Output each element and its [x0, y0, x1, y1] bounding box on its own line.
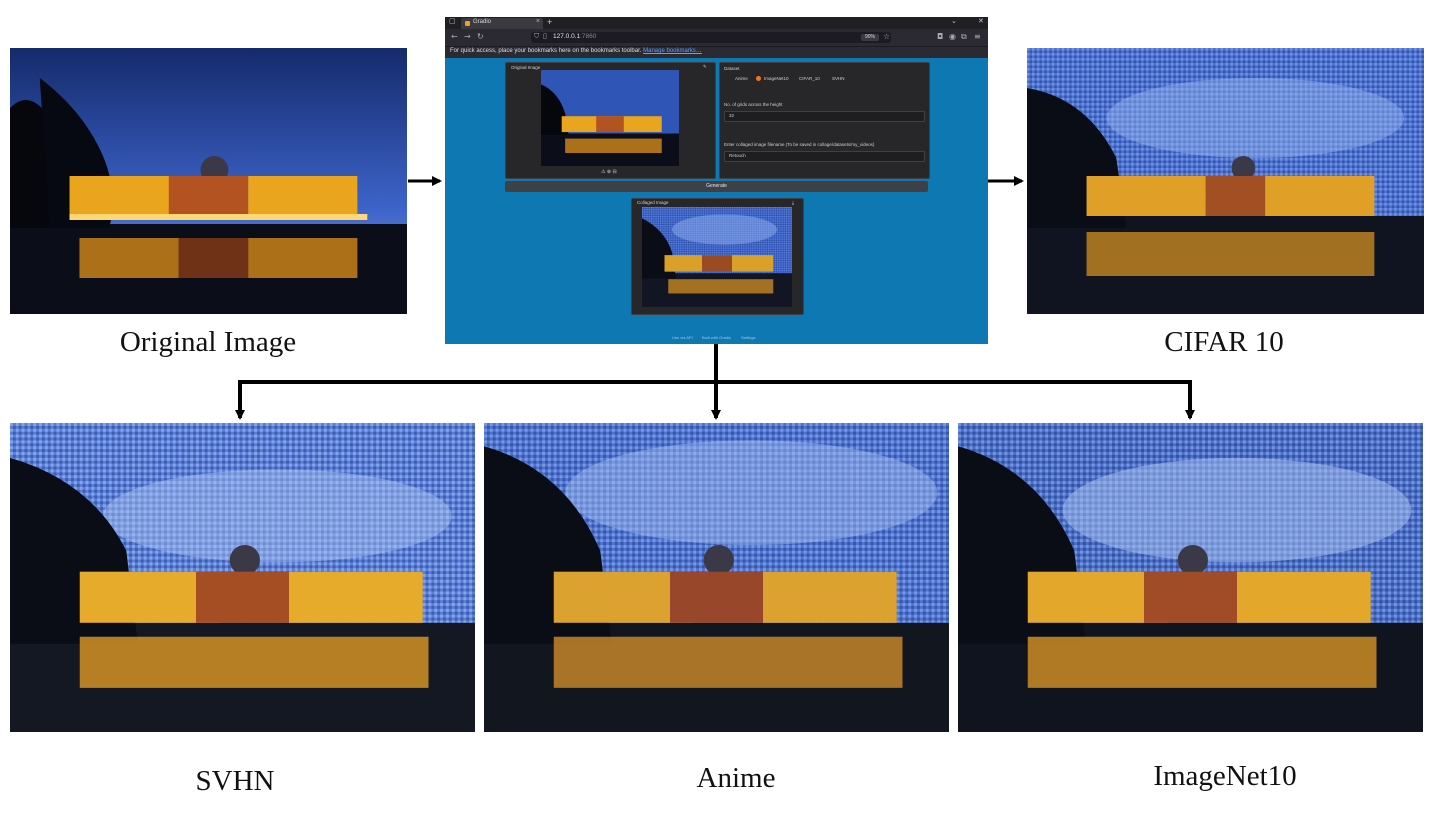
shield-icon: ⛉: [534, 32, 540, 40]
imagenet-output-image: [958, 423, 1423, 732]
footer-api-link[interactable]: Use via API: [672, 335, 693, 340]
grid-count-label: No. of grids across the height: [724, 102, 783, 107]
caption-anime: Anime: [696, 762, 776, 794]
dataset-option-anime[interactable]: Anime: [735, 76, 748, 81]
new-tab-button[interactable]: +: [547, 17, 552, 27]
filename-label: Enter collaged image filename (To be sav…: [724, 142, 875, 147]
gradio-favicon-icon: [465, 21, 470, 26]
menu-icon[interactable]: ≡: [974, 32, 981, 41]
cifar-output-image: [1027, 48, 1424, 314]
account-icon[interactable]: ◉: [949, 32, 956, 41]
dataset-option-svhn[interactable]: SVHN: [832, 76, 845, 81]
footer-built-with[interactable]: Built with Gradio: [702, 335, 731, 340]
browser-tab[interactable]: Gradio ×: [461, 18, 543, 29]
dataset-option-imagenet[interactable]: ImageNet10: [764, 76, 789, 81]
url-port: :7860: [580, 33, 597, 40]
url-bar[interactable]: ⛉ ▯ 127.0.0.1:7860: [531, 32, 891, 43]
original-image-label: Original Image: [511, 65, 541, 70]
gradio-app-window: ▢ Gradio × + ⌄ ✕ ← → ↻ ⛉ ▯ 127.0.0.1:786…: [445, 17, 988, 344]
svhn-output-image: [10, 423, 475, 732]
caption-cifar: CIFAR 10: [1164, 326, 1284, 358]
bookmarks-toolbar: For quick access, place your bookmarks h…: [445, 46, 988, 58]
caption-svhn: SVHN: [195, 765, 275, 797]
settings-panel: Dataset Anime ImageNet10 CIFAR_10 SVHN N…: [719, 62, 930, 179]
caption-imagenet: ImageNet10: [1153, 760, 1297, 792]
tab-list-icon[interactable]: ▢: [449, 17, 456, 25]
dataset-label: Dataset: [724, 66, 740, 71]
original-image: [10, 48, 407, 314]
image-tool-icons[interactable]: ⚠ ⊕ ⊟: [601, 169, 617, 175]
tab-title: Gradio: [473, 19, 492, 25]
window-close-icon[interactable]: ✕: [978, 17, 984, 25]
filename-input[interactable]: Retouch: [724, 151, 925, 162]
zoom-level[interactable]: 90%: [861, 34, 879, 41]
extensions-icon[interactable]: ⧉: [961, 32, 967, 42]
tab-overflow-icon[interactable]: ⌄: [951, 17, 957, 25]
dataset-radio-selected[interactable]: [756, 76, 761, 81]
browser-tab-bar: ▢ Gradio × + ⌄ ✕: [445, 17, 988, 29]
filename-value: Retouch: [729, 153, 746, 158]
uploaded-image-thumb: [541, 70, 679, 166]
grid-count-value: 32: [729, 113, 735, 118]
pocket-icon[interactable]: ◘: [937, 32, 943, 41]
bookmarks-hint: For quick access, place your bookmarks h…: [450, 48, 642, 54]
caption-original: Original Image: [119, 326, 297, 358]
forward-icon[interactable]: →: [464, 32, 471, 41]
download-icon[interactable]: ⤓: [792, 200, 794, 205]
footer-settings[interactable]: Settings: [741, 335, 755, 340]
dataset-option-cifar[interactable]: CIFAR_10: [799, 76, 820, 81]
collaged-image-label: Collaged Image: [637, 200, 669, 205]
collaged-image-panel: Collaged Image ⤓: [631, 198, 804, 315]
generate-button[interactable]: Generate: [505, 181, 928, 192]
page-icon: ▯: [543, 32, 547, 40]
bookmark-star-icon[interactable]: ☆: [883, 32, 890, 41]
reload-icon[interactable]: ↻: [477, 32, 484, 41]
back-icon[interactable]: ←: [451, 32, 458, 41]
url-host: 127.0.0.1: [553, 33, 581, 40]
anime-output-image: [484, 423, 949, 732]
collaged-image-thumb: [642, 207, 792, 307]
grid-count-input[interactable]: 32: [724, 111, 925, 122]
manage-bookmarks-link[interactable]: Manage bookmarks…: [643, 48, 702, 54]
panel-edit-icon[interactable]: ✎: [703, 64, 707, 70]
original-image-panel[interactable]: Original Image ✎ ⚠ ⊕ ⊟: [505, 62, 716, 179]
browser-nav-bar: ← → ↻ ⛉ ▯ 127.0.0.1:7860 ☆ ◘ ◉ ⧉ ≡: [445, 29, 988, 46]
tab-close-icon[interactable]: ×: [536, 18, 540, 25]
